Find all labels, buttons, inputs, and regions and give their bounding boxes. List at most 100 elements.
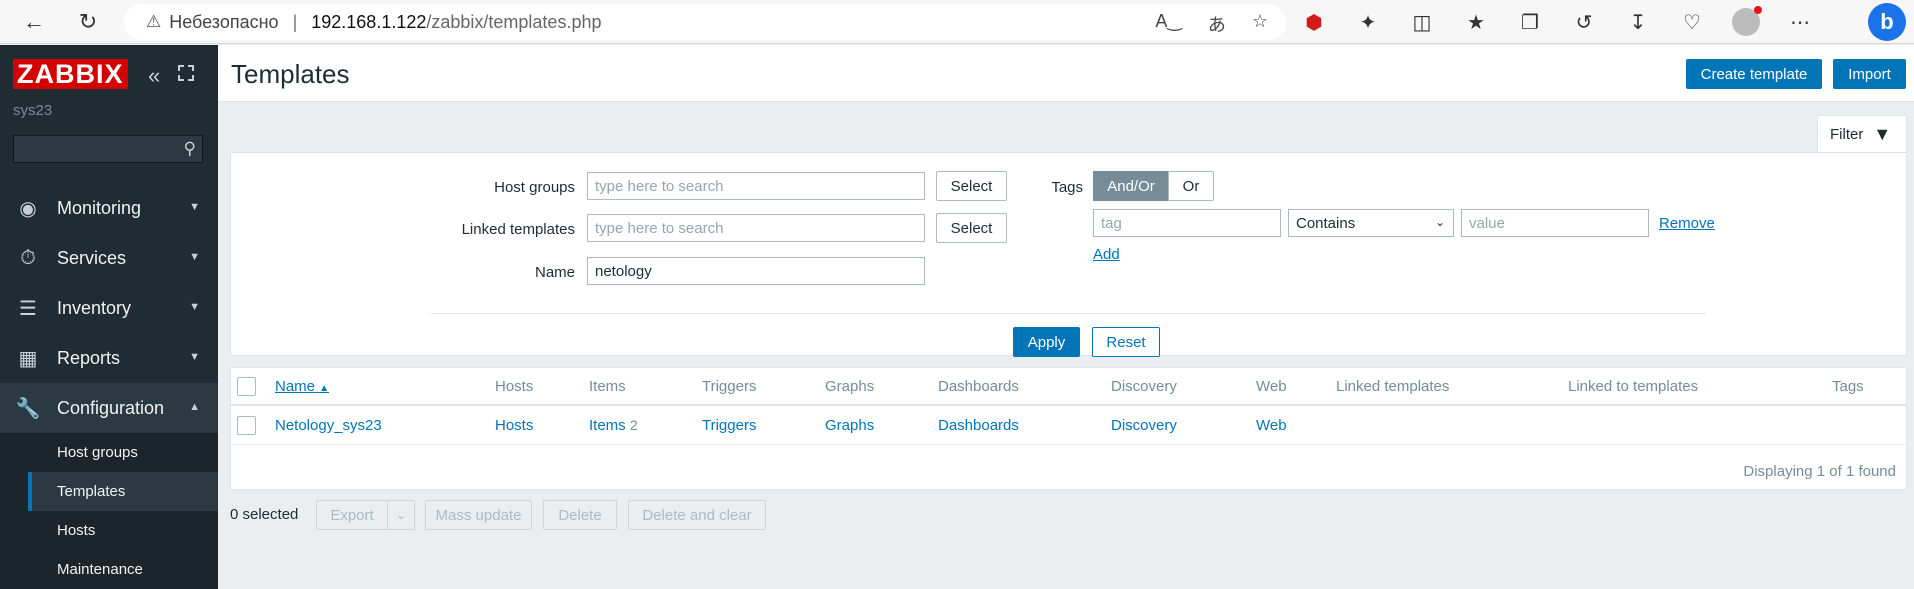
column-tags: Tags bbox=[1832, 378, 1864, 395]
delete-and-clear-button[interactable]: Delete and clear bbox=[628, 500, 766, 530]
dashboards-link[interactable]: Dashboards bbox=[938, 417, 1019, 434]
browser-toolbar: ← ↻ ⚠ Небезопасно | 192.168.1.122 /zabbi… bbox=[0, 0, 1914, 44]
chevron-down-icon: ▼ bbox=[189, 201, 200, 213]
translate-icon[interactable]: あ bbox=[1208, 11, 1226, 37]
kiosk-mode-icon[interactable] bbox=[178, 65, 194, 81]
download-icon[interactable]: ↧ bbox=[1624, 8, 1652, 36]
insecure-label: Небезопасно bbox=[169, 11, 279, 32]
zabbix-logo[interactable]: ZABBIX bbox=[13, 59, 128, 89]
tags-label: Tags bbox=[1051, 179, 1083, 196]
graphs-link[interactable]: Graphs bbox=[825, 417, 874, 434]
export-button[interactable]: Export bbox=[316, 500, 388, 530]
host-groups-input[interactable]: type here to search bbox=[587, 172, 925, 200]
favorite-star-icon[interactable]: ☆ bbox=[1252, 11, 1268, 37]
tags-or-toggle[interactable]: Or bbox=[1168, 171, 1214, 201]
tag-operator-select[interactable]: Contains ⌄ bbox=[1288, 209, 1454, 237]
list-icon: ☰ bbox=[19, 297, 37, 320]
history-icon[interactable]: ↺ bbox=[1570, 8, 1598, 36]
extensions-icon[interactable]: ✦ bbox=[1354, 8, 1382, 36]
eye-icon: ◉ bbox=[19, 197, 37, 220]
triggers-link[interactable]: Triggers bbox=[702, 417, 756, 434]
table-row: Netology_sys23 Hosts Items 2 Triggers Gr… bbox=[231, 407, 1906, 445]
apply-button[interactable]: Apply bbox=[1013, 327, 1080, 357]
warning-icon: ⚠ bbox=[146, 12, 162, 31]
column-graphs: Graphs bbox=[825, 378, 875, 395]
selected-count: 0 selected bbox=[230, 506, 299, 523]
tag-name-input[interactable]: tag bbox=[1093, 209, 1281, 237]
export-dropdown-chevron-icon[interactable]: ⌄ bbox=[387, 500, 415, 530]
read-aloud-icon[interactable]: A‿ bbox=[1155, 11, 1181, 37]
split-screen-icon[interactable]: ◫ bbox=[1408, 8, 1436, 36]
column-name[interactable]: Name ▲ bbox=[275, 378, 329, 395]
back-arrow-icon[interactable]: ← bbox=[12, 0, 56, 44]
collapse-sidebar-icon[interactable]: « bbox=[148, 63, 160, 89]
discovery-link[interactable]: Discovery bbox=[1111, 417, 1177, 434]
menu-reports[interactable]: ▦ Reports ▼ bbox=[0, 333, 218, 383]
collections-icon[interactable]: ❐ bbox=[1516, 8, 1544, 36]
chevron-down-icon: ▼ bbox=[189, 351, 200, 363]
web-link[interactable]: Web bbox=[1256, 417, 1287, 434]
adblock-icon[interactable]: ⬢ bbox=[1300, 8, 1328, 36]
menu-label: Configuration bbox=[57, 397, 165, 418]
submenu-host-groups[interactable]: Host groups bbox=[28, 433, 218, 472]
favorites-icon[interactable]: ★ bbox=[1462, 8, 1490, 36]
remove-tag-link[interactable]: Remove bbox=[1659, 215, 1715, 232]
submenu-hosts[interactable]: Hosts bbox=[28, 511, 218, 550]
select-all-checkbox[interactable] bbox=[237, 377, 256, 396]
column-triggers: Triggers bbox=[702, 378, 757, 395]
reset-button[interactable]: Reset bbox=[1092, 327, 1160, 357]
filter-tab-label: Filter bbox=[1830, 126, 1864, 143]
name-input[interactable]: netology bbox=[587, 257, 925, 285]
menu-inventory[interactable]: ☰ Inventory ▼ bbox=[0, 283, 218, 333]
hosts-link[interactable]: Hosts bbox=[495, 417, 533, 434]
sidebar-search-input[interactable]: ⚲ bbox=[13, 135, 203, 163]
menu-configuration[interactable]: 🔧 Configuration ▲ bbox=[0, 383, 218, 433]
mass-update-button[interactable]: Mass update bbox=[425, 500, 532, 530]
add-tag-link[interactable]: Add bbox=[1093, 246, 1120, 263]
main-menu: ◉ Monitoring ▼ ⏱ Services ▼ ☰ Inventory … bbox=[0, 183, 218, 589]
submenu-templates[interactable]: Templates bbox=[28, 472, 218, 511]
host-groups-select-button[interactable]: Select bbox=[936, 171, 1007, 201]
address-bar[interactable]: ⚠ Небезопасно | 192.168.1.122 /zabbix/te… bbox=[124, 4, 1286, 40]
table-header: Name ▲ Hosts Items Triggers Graphs Dashb… bbox=[231, 368, 1906, 406]
tag-value-input[interactable]: value bbox=[1461, 209, 1649, 237]
column-dashboards: Dashboards bbox=[938, 378, 1019, 395]
sidebar: ZABBIX « sys23 ⚲ ◉ Monitoring ▼ ⏱ Servic… bbox=[0, 45, 218, 589]
name-label: Name bbox=[534, 264, 575, 281]
bing-icon[interactable]: b bbox=[1868, 3, 1906, 41]
items-count: 2 bbox=[629, 417, 638, 433]
filter-divider bbox=[431, 313, 1706, 314]
sort-asc-icon: ▲ bbox=[319, 383, 330, 394]
refresh-icon[interactable]: ↻ bbox=[66, 0, 110, 44]
mass-actions: 0 selected Export ⌄ Mass update Delete D… bbox=[230, 500, 930, 530]
menu-label: Monitoring bbox=[57, 197, 142, 218]
row-checkbox[interactable] bbox=[237, 416, 256, 435]
page-header: Templates Create template Import bbox=[218, 45, 1914, 102]
more-menu-icon[interactable]: ⋯ bbox=[1786, 8, 1814, 36]
menu-services[interactable]: ⏱ Services ▼ bbox=[0, 233, 218, 283]
profile-avatar[interactable] bbox=[1732, 6, 1762, 36]
host-groups-label: Host groups bbox=[494, 179, 575, 196]
chevron-down-icon: ▼ bbox=[189, 251, 200, 263]
items-link[interactable]: Items bbox=[589, 417, 626, 434]
linked-templates-label: Linked templates bbox=[461, 221, 575, 238]
column-items: Items bbox=[589, 378, 626, 395]
search-icon[interactable]: ⚲ bbox=[184, 139, 196, 159]
chevron-down-icon: ⌄ bbox=[1434, 215, 1445, 229]
submenu-maintenance[interactable]: Maintenance bbox=[28, 550, 218, 589]
template-name-link[interactable]: Netology_sys23 bbox=[275, 417, 382, 434]
main-content: Templates Create template Import Filter … bbox=[218, 45, 1914, 585]
linked-templates-select-button[interactable]: Select bbox=[936, 213, 1007, 243]
create-template-button[interactable]: Create template bbox=[1686, 59, 1822, 89]
health-icon[interactable]: ♡ bbox=[1678, 8, 1706, 36]
import-button[interactable]: Import bbox=[1833, 59, 1906, 89]
linked-templates-input[interactable]: type here to search bbox=[587, 214, 925, 242]
tags-and-or-toggle[interactable]: And/Or bbox=[1093, 171, 1169, 201]
delete-button[interactable]: Delete bbox=[543, 500, 617, 530]
funnel-icon: ▼ bbox=[1873, 124, 1892, 144]
column-hosts: Hosts bbox=[495, 378, 534, 395]
menu-label: Inventory bbox=[57, 297, 132, 318]
chevron-down-icon: ▼ bbox=[189, 301, 200, 313]
filter-tab[interactable]: Filter ▼ bbox=[1817, 115, 1907, 153]
menu-monitoring[interactable]: ◉ Monitoring ▼ bbox=[0, 183, 218, 233]
